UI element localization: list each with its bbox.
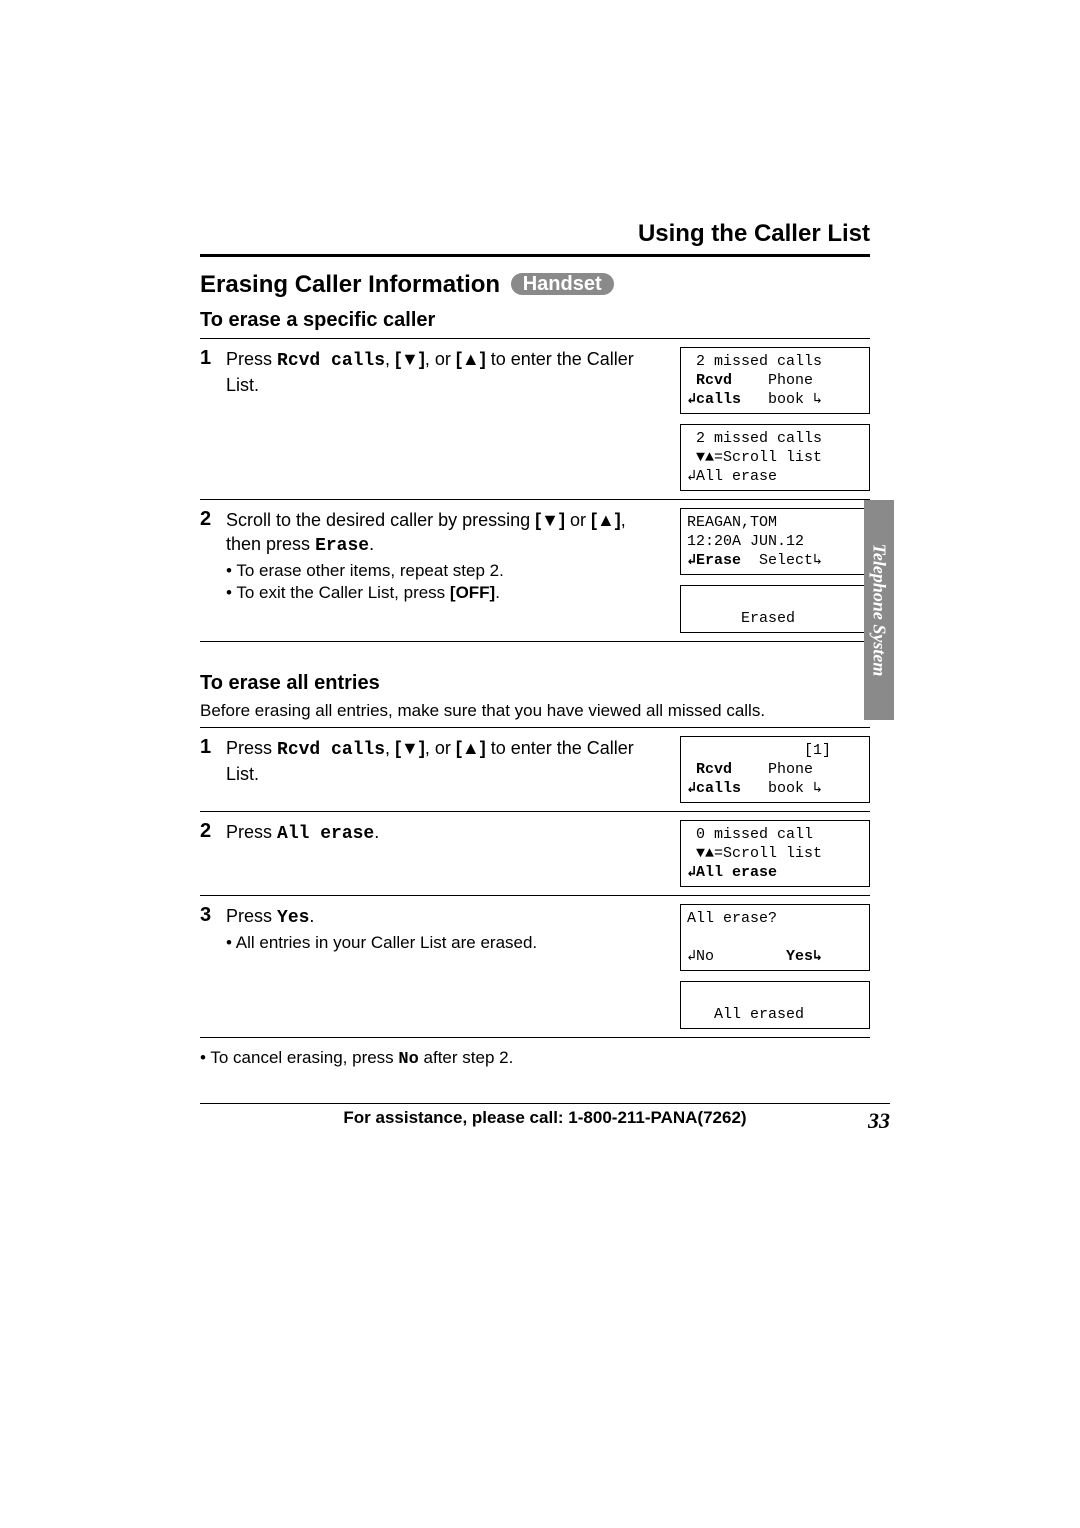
page-number: 33	[868, 1108, 890, 1134]
bullet: All entries in your Caller List are eras…	[226, 932, 660, 954]
lcd-screen: Erased	[680, 585, 870, 633]
step-body: Press All erase.	[226, 820, 680, 887]
up-arrow-key: [▲]	[456, 738, 486, 758]
step-number: 1	[200, 736, 226, 803]
up-arrow-key: [▲]	[591, 510, 621, 530]
handset-badge: Handset	[511, 273, 614, 295]
side-tab-label: Telephone System	[869, 544, 890, 677]
step-row: 1 Press Rcvd calls, [▼], or [▲] to enter…	[200, 339, 870, 500]
side-tab: Telephone System	[864, 500, 894, 720]
steps-all: 1 Press Rcvd calls, [▼], or [▲] to enter…	[200, 727, 870, 1038]
lcd-screen: All erase? ↲No Yes↳	[680, 904, 870, 971]
heading-all: To erase all entries	[200, 672, 870, 695]
steps-specific: 1 Press Rcvd calls, [▼], or [▲] to enter…	[200, 338, 870, 642]
page-title: Erasing Caller Information	[200, 271, 500, 298]
down-arrow-key: [▼]	[535, 510, 565, 530]
down-arrow-key: [▼]	[395, 349, 425, 369]
step-body: Press Rcvd calls, [▼], or [▲] to enter t…	[226, 736, 680, 803]
lcd-screen: All erased	[680, 981, 870, 1029]
bullet: To exit the Caller List, press [OFF].	[226, 582, 660, 604]
step-row: 2 Scroll to the desired caller by pressi…	[200, 500, 870, 642]
up-arrow-key: [▲]	[456, 349, 486, 369]
heading-specific: To erase a specific caller	[200, 309, 870, 332]
step-row: 3 Press Yes. All entries in your Caller …	[200, 896, 870, 1038]
step-row: 2 Press All erase. 0 missed call ▼▲=Scro…	[200, 812, 870, 896]
step-number: 3	[200, 904, 226, 1029]
page-title-line: Erasing Caller Information Handset	[200, 271, 870, 299]
step-body: Press Yes. All entries in your Caller Li…	[226, 904, 680, 1029]
bullet: To erase other items, repeat step 2.	[226, 560, 660, 582]
step-body: Press Rcvd calls, [▼], or [▲] to enter t…	[226, 347, 680, 491]
section-title: Using the Caller List	[200, 220, 870, 248]
cancel-note: • To cancel erasing, press No after step…	[200, 1048, 870, 1069]
intro-text: Before erasing all entries, make sure th…	[200, 701, 870, 721]
footer-assist: For assistance, please call: 1-800-211-P…	[343, 1108, 746, 1128]
page-footer: For assistance, please call: 1-800-211-P…	[200, 1103, 890, 1128]
lcd-screen: 0 missed call ▼▲=Scroll list ↲All erase	[680, 820, 870, 887]
lcd-screen: 2 missed calls ▼▲=Scroll list ↲All erase	[680, 424, 870, 491]
down-arrow-key: [▼]	[395, 738, 425, 758]
lcd-screen: REAGAN,TOM 12:20A JUN.12 ↲Erase Select↳	[680, 508, 870, 575]
step-number: 2	[200, 508, 226, 633]
step-body: Scroll to the desired caller by pressing…	[226, 508, 680, 633]
horizontal-rule	[200, 254, 870, 257]
lcd-screen: [1] Rcvd Phone ↲calls book ↳	[680, 736, 870, 803]
lcd-screen: 2 missed calls Rcvd Phone ↲calls book ↳	[680, 347, 870, 414]
step-number: 2	[200, 820, 226, 887]
step-row: 1 Press Rcvd calls, [▼], or [▲] to enter…	[200, 728, 870, 812]
step-number: 1	[200, 347, 226, 491]
